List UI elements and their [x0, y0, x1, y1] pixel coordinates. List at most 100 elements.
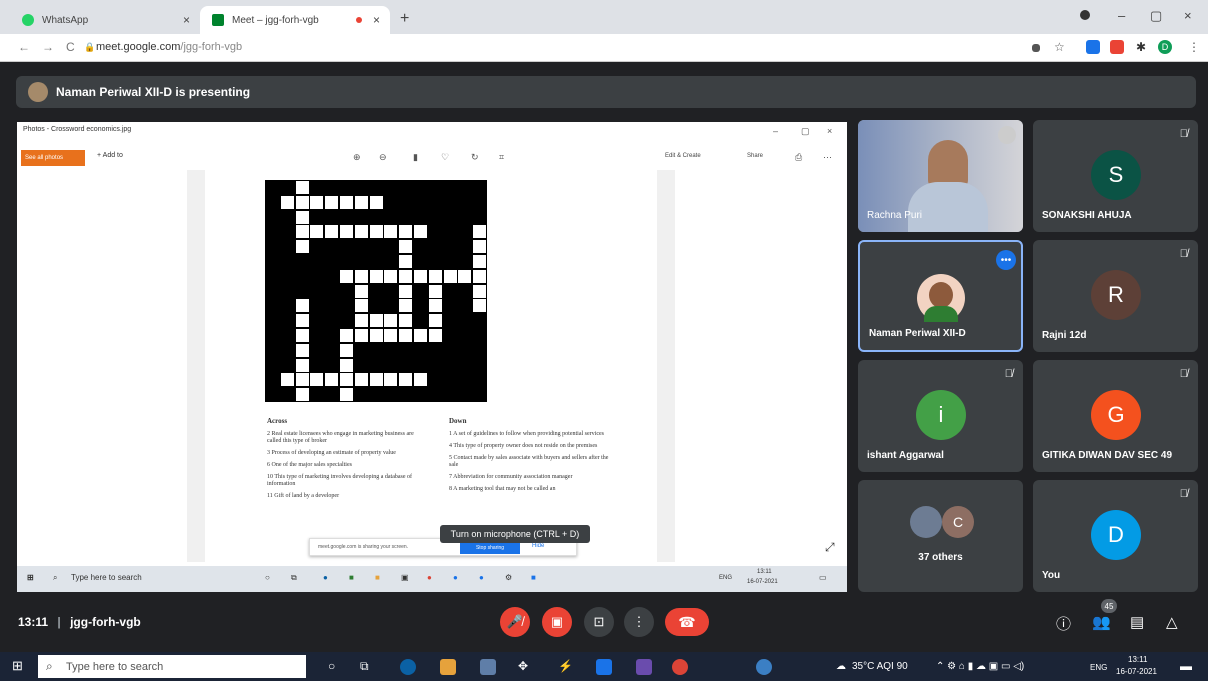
- crossword-cell: [399, 299, 413, 313]
- crossword-cell: [428, 284, 442, 298]
- add-to-button: + Add to: [97, 152, 123, 159]
- chat-button[interactable]: ▤: [1130, 613, 1144, 631]
- shared-search-text: Type here to search: [71, 573, 142, 582]
- taskbar-search[interactable]: ⌕ Type here to search: [38, 655, 306, 678]
- forward-button[interactable]: →: [42, 40, 54, 54]
- crossword-cell: [473, 299, 487, 313]
- tab-whatsapp[interactable]: WhatsApp ×: [10, 6, 200, 34]
- puzzle-icon[interactable]: ✱: [1136, 40, 1146, 54]
- more-options-icon[interactable]: •••: [996, 250, 1016, 270]
- clock-date[interactable]: 16-07-2021: [1116, 667, 1157, 676]
- activities-button[interactable]: △: [1166, 613, 1178, 631]
- app-icon[interactable]: [636, 659, 652, 675]
- new-tab-button[interactable]: +: [400, 10, 409, 28]
- end-call-icon: ☎: [678, 613, 696, 630]
- profile-dot-icon[interactable]: [1080, 8, 1090, 23]
- meeting-details-button[interactable]: ⓘ: [1056, 613, 1071, 634]
- participant-tile-others[interactable]: C 37 others: [858, 480, 1023, 592]
- maximize-button[interactable]: ▢: [1150, 8, 1162, 24]
- rotate-icon: ↻: [471, 152, 479, 162]
- app-icon[interactable]: [756, 659, 772, 675]
- clock-time[interactable]: 13:11: [1128, 655, 1147, 664]
- mail-icon[interactable]: [480, 659, 496, 675]
- meeting-time: 13:11: [18, 615, 49, 629]
- shared-clock-date: 16-07-2021: [747, 579, 778, 585]
- shared-clock-time: 13:11: [757, 569, 772, 575]
- extension-icon[interactable]: [1086, 40, 1100, 54]
- mic-off-icon: 🎙̸: [1179, 368, 1188, 380]
- chrome-icon[interactable]: [672, 659, 688, 675]
- across-clues: Across 2 Real estate licensees who engag…: [267, 418, 427, 505]
- crossword-cell: [384, 314, 398, 328]
- cortana-icon: ○: [265, 573, 270, 582]
- system-tray-icons[interactable]: ⌃ ⚙ ⌂ ▮ ☁ ▣ ▭ ◁): [936, 661, 1024, 672]
- minimize-button[interactable]: –: [1118, 8, 1125, 23]
- presenting-banner: Naman Periwal XII-D is presenting: [16, 76, 1196, 108]
- crossword-cell: [340, 388, 353, 402]
- crossword-cell: [295, 210, 309, 224]
- end-call-button[interactable]: ☎: [665, 608, 709, 636]
- star-icon[interactable]: ☆: [1054, 40, 1065, 54]
- close-window-button[interactable]: ×: [1184, 8, 1192, 23]
- participant-tile-rachna[interactable]: Rachna Puri: [858, 120, 1023, 232]
- participant-tile-you[interactable]: 🎙̸ D You: [1033, 480, 1198, 592]
- participant-tile-sonakshi[interactable]: 🎙̸ S SONAKSHI AHUJA: [1033, 120, 1198, 232]
- crossword-grid: [265, 180, 487, 402]
- camera-indicator-icon[interactable]: [1032, 44, 1040, 52]
- people-button[interactable]: 👥: [1092, 613, 1111, 631]
- crossword-cell: [399, 314, 413, 328]
- mic-off-icon: 🎙̸: [1179, 248, 1188, 260]
- close-tab-icon[interactable]: ×: [183, 13, 190, 27]
- close-tab-icon[interactable]: ×: [373, 13, 380, 27]
- pin-icon[interactable]: [998, 126, 1016, 144]
- file-explorer-icon[interactable]: [440, 659, 456, 675]
- participant-name: Naman Periwal XII-D: [869, 328, 966, 339]
- shared-screen: Photos - Crossword economics.jpg – ▢ × S…: [17, 122, 847, 592]
- participant-tile-ishant[interactable]: 🎙̸ i ishant Aggarwal: [858, 360, 1023, 472]
- crop-icon: ⌗: [499, 152, 505, 162]
- participant-tile-gitika[interactable]: 🎙̸ G GITIKA DIWAN DAV SEC 49: [1033, 360, 1198, 472]
- dropbox-icon[interactable]: ✥: [518, 659, 534, 675]
- crossword-cell: [295, 299, 309, 313]
- notification-icon[interactable]: ▬: [1180, 659, 1192, 673]
- tab-meet[interactable]: Meet – jgg-forh-vgb ×: [200, 6, 390, 34]
- crossword-cell: [399, 240, 413, 254]
- edge-icon[interactable]: [400, 659, 416, 675]
- task-view-icon[interactable]: ⧉: [360, 659, 369, 674]
- activities-icon: △: [1166, 614, 1178, 631]
- mic-off-icon: 🎤̸: [506, 614, 524, 629]
- winamp-icon[interactable]: ⚡: [558, 659, 574, 675]
- crossword-cell: [354, 314, 368, 328]
- avatar: R: [1091, 270, 1141, 320]
- mic-toggle-button[interactable]: 🎤̸: [500, 607, 530, 637]
- meet-control-bar: 13:11 | jgg-forh-vgb 🎤̸ ▣ ⊡ ⋮ ☎ ⓘ 👥 45 ▤…: [0, 595, 1208, 652]
- crossword-cell: [473, 284, 487, 298]
- mic-off-icon: 🎙̸: [1179, 488, 1188, 500]
- reload-button[interactable]: C: [66, 40, 75, 54]
- browser-tab-bar: WhatsApp × Meet – jgg-forh-vgb × + – ▢ ×: [0, 0, 1208, 34]
- meet-icon: [212, 14, 224, 26]
- participant-tile-rajni[interactable]: 🎙̸ R Rajni 12d: [1033, 240, 1198, 352]
- heart-icon: ♡: [441, 152, 450, 162]
- crossword-cell: [295, 240, 309, 254]
- camera-toggle-button[interactable]: ▣: [542, 607, 572, 637]
- menu-icon[interactable]: ⋮: [1188, 40, 1200, 54]
- more-options-button[interactable]: ⋮: [624, 607, 654, 637]
- language-indicator[interactable]: ENG: [1090, 663, 1107, 672]
- participant-tile-naman[interactable]: ••• Naman Periwal XII-D: [858, 240, 1023, 352]
- present-button[interactable]: ⊡: [584, 607, 614, 637]
- start-icon[interactable]: ⊞: [12, 658, 23, 674]
- crossword-cell: [428, 269, 442, 283]
- crossword-cell: [354, 284, 368, 298]
- url-field[interactable]: meet.google.com/jgg-forh-vgb: [96, 41, 242, 53]
- extension-icon[interactable]: [1110, 40, 1124, 54]
- profile-avatar[interactable]: D: [1158, 40, 1172, 54]
- weather-text[interactable]: 35°C AQI 90: [852, 661, 908, 672]
- avatar: D: [1091, 510, 1141, 560]
- cortana-icon[interactable]: ○: [328, 659, 335, 673]
- crossword-cell: [340, 373, 353, 387]
- store-icon[interactable]: [596, 659, 612, 675]
- back-button[interactable]: ←: [18, 40, 30, 54]
- mic-off-icon: 🎙̸: [1004, 368, 1013, 380]
- crossword-cell: [384, 225, 398, 239]
